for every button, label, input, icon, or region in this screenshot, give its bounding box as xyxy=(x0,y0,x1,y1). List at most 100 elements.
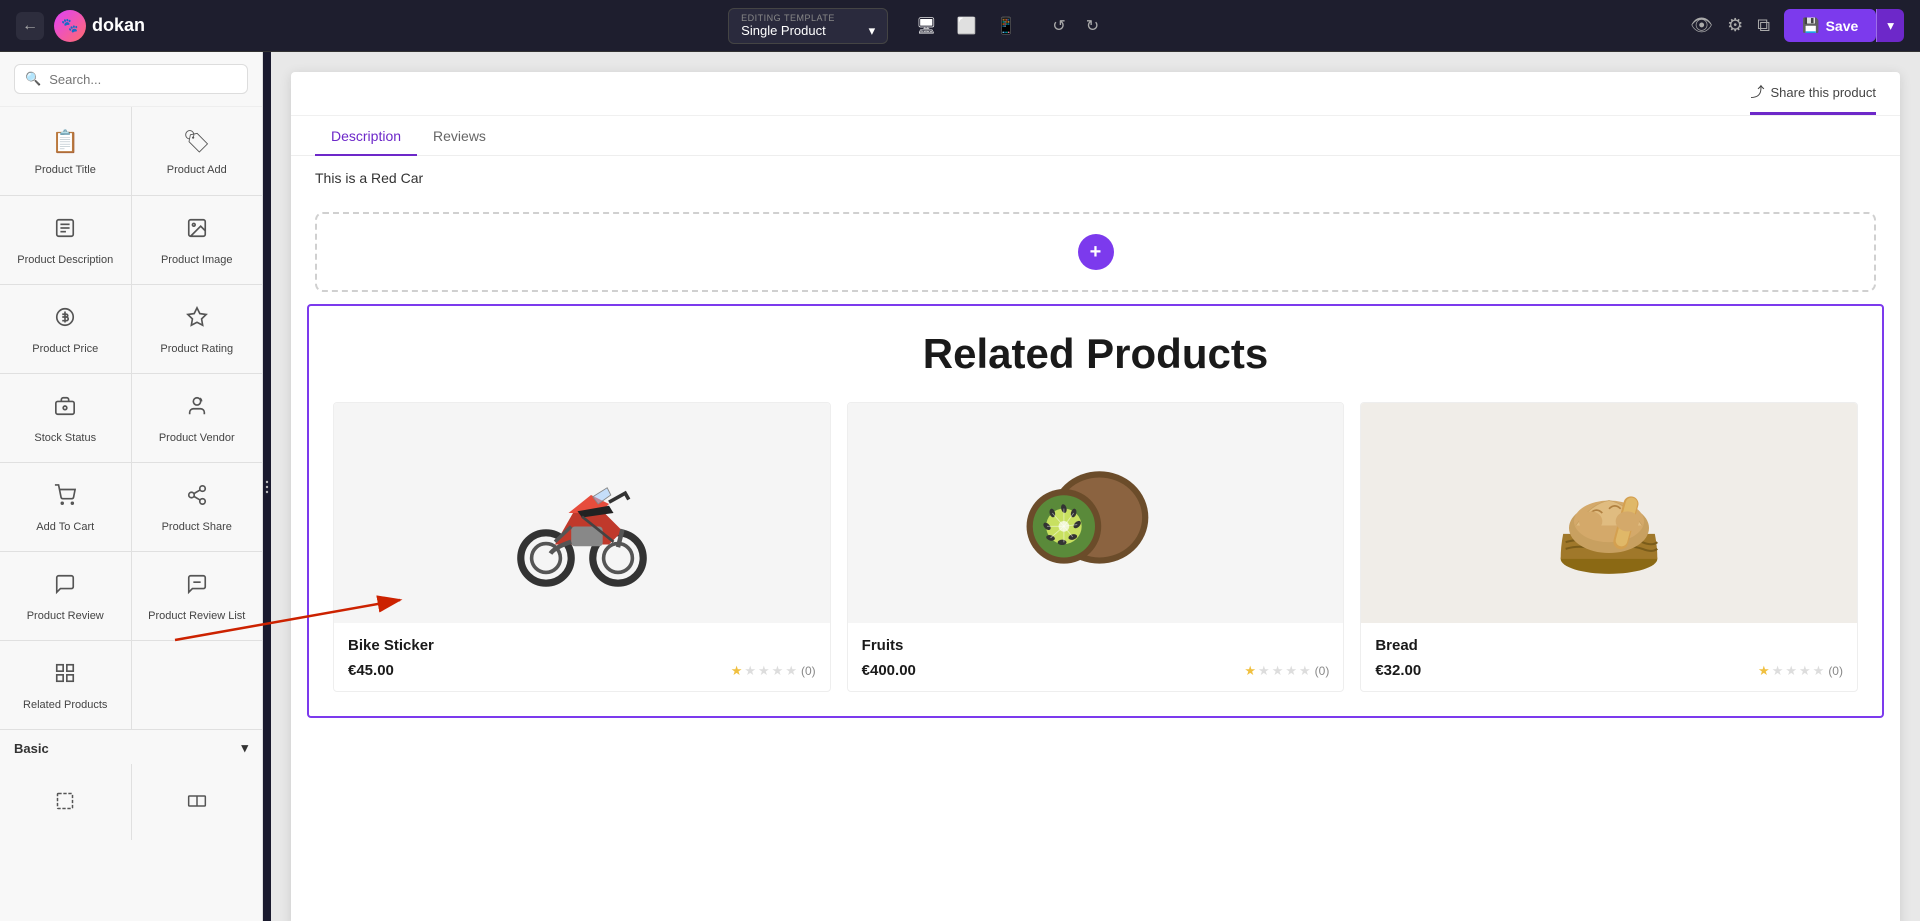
products-grid: Bike Sticker €45.00 ★ ★ ★ ★ ★ (0) xyxy=(333,402,1858,692)
canvas-page: ⤴ Share this product Description Reviews… xyxy=(291,72,1900,921)
product-review-icon xyxy=(54,573,76,601)
product-image-bread xyxy=(1361,403,1857,623)
section-icon xyxy=(55,791,75,817)
sidebar-item-label: Product Rating xyxy=(160,342,233,356)
container-icon xyxy=(187,791,207,817)
tab-reviews[interactable]: Reviews xyxy=(417,116,502,156)
tab-description-label: Description xyxy=(331,128,401,144)
sidebar-item-label: Product Description xyxy=(17,253,113,267)
sidebar-item-product-price[interactable]: Product Price xyxy=(0,285,131,373)
product-card-body-bread: Bread €32.00 ★ ★ ★ ★ ★ (0) xyxy=(1361,623,1857,691)
sidebar-item-product-share[interactable]: Product Share xyxy=(132,463,263,551)
sidebar-item-product-add[interactable]: 🏷 Product Add xyxy=(132,107,263,195)
save-button[interactable]: 💾 Save xyxy=(1784,9,1876,42)
tab-reviews-label: Reviews xyxy=(433,128,486,144)
product-card-bread[interactable]: Bread €32.00 ★ ★ ★ ★ ★ (0) xyxy=(1360,402,1858,692)
preview-button[interactable]: 👁 xyxy=(1690,15,1713,36)
save-wrapper: 💾 Save ▾ xyxy=(1784,9,1904,42)
product-card-footer-bike: €45.00 ★ ★ ★ ★ ★ (0) xyxy=(348,662,816,679)
editing-template-selector[interactable]: EDITING TEMPLATE Single Product ▾ xyxy=(728,8,888,44)
product-description-text: This is a Red Car xyxy=(291,156,1900,200)
save-dropdown-button[interactable]: ▾ xyxy=(1876,9,1904,42)
tab-description[interactable]: Description xyxy=(315,116,417,156)
sidebar-item-product-image[interactable]: Product Image xyxy=(132,196,263,284)
save-dropdown-icon: ▾ xyxy=(1887,18,1894,33)
review-count-bike: (0) xyxy=(801,664,816,678)
sidebar-item-product-review-list[interactable]: Product Review List xyxy=(132,552,263,640)
star-3: ★ xyxy=(1785,663,1797,679)
editing-template-label: EDITING TEMPLATE xyxy=(741,13,835,23)
star-2: ★ xyxy=(744,663,756,679)
sidebar-item-related-products[interactable]: Related Products xyxy=(0,641,131,729)
desktop-device-btn[interactable]: 🖥 xyxy=(908,12,944,40)
tablet-device-btn[interactable]: ⬜ xyxy=(948,12,984,40)
header-left: ← 🐾 dokan xyxy=(16,10,145,42)
product-share-icon xyxy=(186,484,208,512)
logo: 🐾 dokan xyxy=(54,10,145,42)
sidebar-item-product-title[interactable]: 📋 Product Title xyxy=(0,107,131,195)
settings-button[interactable]: ⚙ xyxy=(1727,15,1743,36)
star-4: ★ xyxy=(772,663,784,679)
product-card-body-fruits: Fruits €400.00 ★ ★ ★ ★ ★ (0) xyxy=(848,623,1344,691)
sidebar-item-product-review[interactable]: Product Review xyxy=(0,552,131,640)
sidebar-item-product-description[interactable]: Product Description xyxy=(0,196,131,284)
sidebar-search: 🔍 xyxy=(0,52,262,107)
sidebar-resizer[interactable] xyxy=(263,52,271,921)
undo-button[interactable]: ↺ xyxy=(1044,12,1073,40)
product-image-bike xyxy=(334,403,830,623)
sidebar-item-product-rating[interactable]: Product Rating xyxy=(132,285,263,373)
header-center: EDITING TEMPLATE Single Product ▾ 🖥 ⬜ 📱 … xyxy=(157,8,1678,44)
basic-item-container[interactable] xyxy=(132,764,263,840)
product-card-bike[interactable]: Bike Sticker €45.00 ★ ★ ★ ★ ★ (0) xyxy=(333,402,831,692)
product-vendor-icon xyxy=(186,395,208,423)
related-products-title: Related Products xyxy=(333,330,1858,378)
star-1: ★ xyxy=(1758,663,1770,679)
sidebar-item-stock-status[interactable]: Stock Status xyxy=(0,374,131,462)
star-1: ★ xyxy=(1244,663,1256,679)
related-products-section[interactable]: Related Products xyxy=(307,304,1884,718)
undo-redo-controls: ↺ ↻ xyxy=(1044,12,1107,40)
star-3: ★ xyxy=(1272,663,1284,679)
basic-section-header[interactable]: Basic ▾ xyxy=(0,729,262,764)
sidebar-item-label: Add To Cart xyxy=(36,520,94,534)
layers-button[interactable]: ⧉ xyxy=(1757,15,1770,36)
product-tabs: Description Reviews xyxy=(291,116,1900,156)
back-icon: ← xyxy=(22,17,38,35)
product-price-icon xyxy=(54,306,76,334)
sidebar-item-empty xyxy=(132,641,263,729)
star-2: ★ xyxy=(1258,663,1270,679)
main-layout: 🔍 📋 Product Title 🏷 Product Add xyxy=(0,52,1920,921)
star-1: ★ xyxy=(731,663,743,679)
product-card-fruits[interactable]: Fruits €400.00 ★ ★ ★ ★ ★ (0) xyxy=(847,402,1345,692)
product-image-fruits xyxy=(848,403,1344,623)
sidebar-item-product-vendor[interactable]: Product Vendor xyxy=(132,374,263,462)
sidebar-item-label: Product Vendor xyxy=(159,431,235,445)
share-link[interactable]: ⤴ Share this product xyxy=(1750,82,1876,115)
redo-button[interactable]: ↻ xyxy=(1078,12,1107,40)
header-right: 👁 ⚙ ⧉ 💾 Save ▾ xyxy=(1690,9,1904,42)
product-title-icon: 📋 xyxy=(52,129,79,155)
sidebar-item-add-to-cart[interactable]: Add To Cart xyxy=(0,463,131,551)
product-stars-bike: ★ ★ ★ ★ ★ (0) xyxy=(731,663,816,679)
device-buttons: 🖥 ⬜ 📱 xyxy=(908,12,1024,40)
back-button[interactable]: ← xyxy=(16,12,44,40)
product-card-body-bike: Bike Sticker €45.00 ★ ★ ★ ★ ★ (0) xyxy=(334,623,830,691)
product-price-bike: €45.00 xyxy=(348,662,394,679)
product-top-bar: ⤴ Share this product xyxy=(291,72,1900,116)
search-input[interactable] xyxy=(49,72,237,87)
star-5: ★ xyxy=(1813,663,1825,679)
canvas-area[interactable]: ⤴ Share this product Description Reviews… xyxy=(271,52,1920,921)
mobile-device-btn[interactable]: 📱 xyxy=(988,12,1024,40)
product-rating-icon xyxy=(186,306,208,334)
star-4: ★ xyxy=(1799,663,1811,679)
product-card-footer-fruits: €400.00 ★ ★ ★ ★ ★ (0) xyxy=(862,662,1330,679)
header: ← 🐾 dokan EDITING TEMPLATE Single Produc… xyxy=(0,0,1920,52)
basic-item-section[interactable] xyxy=(0,764,131,840)
add-section-button[interactable]: + xyxy=(1078,234,1114,270)
sidebar-item-label: Related Products xyxy=(23,698,107,712)
sidebar-item-label: Product Review List xyxy=(148,609,245,623)
sidebar-item-label: Product Share xyxy=(162,520,232,534)
stock-status-icon xyxy=(54,395,76,423)
sidebar-item-label: Product Title xyxy=(35,163,96,177)
product-name-bread: Bread xyxy=(1375,637,1843,654)
